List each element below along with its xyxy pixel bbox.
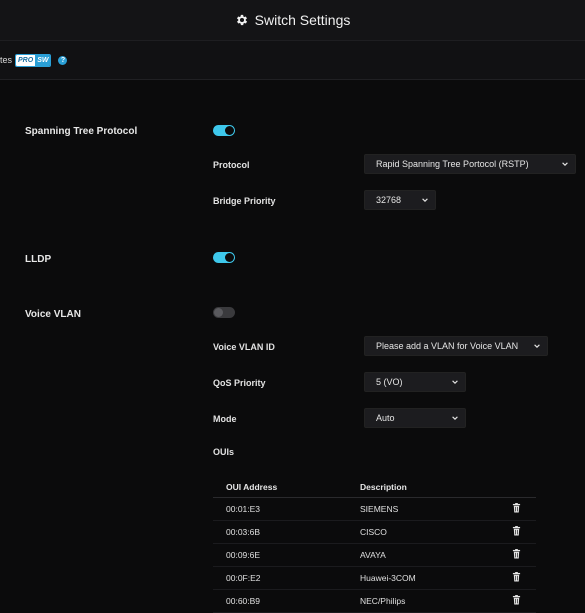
stp-label: Spanning Tree Protocol	[25, 126, 138, 137]
gear-icon	[236, 14, 247, 26]
chevron-down-icon	[422, 198, 428, 202]
toggle-knob	[214, 308, 223, 317]
breadcrumb-bar: tes PRO SW ?	[0, 41, 585, 80]
trash-icon[interactable]	[512, 572, 521, 582]
oui-table: OUI Address Description 00:01:E3 SIEMENS…	[213, 477, 536, 613]
trash-icon[interactable]	[512, 526, 521, 536]
oui-description-cell: NEC/Philips	[359, 589, 511, 613]
trash-icon[interactable]	[512, 549, 521, 559]
protocol-select-value: Rapid Spanning Tree Portocol (RSTP)	[376, 159, 529, 169]
lldp-label: LLDP	[25, 254, 52, 265]
table-row: 00:0F:E2 Huawei-3COM	[213, 566, 536, 590]
trash-icon[interactable]	[512, 503, 521, 513]
bridge-priority-select[interactable]: 32768	[364, 190, 436, 210]
trash-icon[interactable]	[512, 595, 521, 605]
stp-toggle[interactable]	[213, 125, 235, 136]
voice-vlan-label: Voice VLAN	[25, 309, 81, 320]
oui-address-cell: 00:01:E3	[213, 497, 359, 521]
chevron-down-icon	[452, 416, 458, 420]
protocol-select[interactable]: Rapid Spanning Tree Portocol (RSTP)	[364, 154, 576, 174]
oui-table-header: OUI Address Description	[213, 477, 536, 498]
voice-vlan-id-label: Voice VLAN ID	[213, 342, 275, 352]
oui-address-cell: 00:0F:E2	[213, 566, 359, 590]
protocol-label: Protocol	[213, 160, 250, 170]
lldp-toggle[interactable]	[213, 252, 235, 263]
help-icon[interactable]: ?	[58, 55, 68, 65]
window-header: Switch Settings	[0, 0, 585, 41]
oui-description-cell: AVAYA	[359, 543, 511, 567]
mode-value: Auto	[376, 413, 395, 423]
bridge-priority-value: 32768	[376, 195, 402, 205]
column-header-oui-address: OUI Address	[213, 477, 359, 498]
voice-vlan-id-select[interactable]: Please add a VLAN for Voice VLAN	[364, 336, 548, 356]
badge-sw: SW	[35, 54, 51, 66]
chevron-down-icon	[452, 380, 458, 384]
voice-vlan-id-value: Please add a VLAN for Voice VLAN	[376, 341, 519, 351]
column-header-description: Description	[359, 477, 511, 498]
mode-label: Mode	[213, 414, 237, 424]
breadcrumb: tes	[0, 55, 13, 65]
column-header-actions	[511, 477, 536, 498]
voice-vlan-toggle[interactable]	[213, 307, 235, 318]
oui-address-cell: 00:60:B9	[213, 589, 359, 613]
pro-sw-badge: PRO SW	[15, 53, 52, 67]
table-row: 00:03:6B CISCO	[213, 520, 536, 544]
oui-address-cell: 00:09:6E	[213, 543, 359, 567]
chevron-down-icon	[562, 162, 568, 166]
qos-priority-value: 5 (VO)	[376, 377, 403, 387]
chevron-down-icon	[534, 344, 540, 348]
qos-priority-select[interactable]: 5 (VO)	[364, 372, 466, 392]
mode-select[interactable]: Auto	[364, 408, 466, 428]
bridge-priority-label: Bridge Priority	[213, 196, 276, 206]
table-row: 00:60:B9 NEC/Philips	[213, 589, 536, 613]
toggle-knob	[225, 126, 234, 135]
qos-priority-label: QoS Priority	[213, 378, 266, 388]
table-row: 00:01:E3 SIEMENS	[213, 497, 536, 521]
ouis-label: OUIs	[213, 447, 235, 457]
oui-description-cell: SIEMENS	[359, 497, 511, 521]
toggle-knob	[225, 253, 234, 262]
badge-pro: PRO	[16, 54, 36, 66]
table-row: 00:09:6E AVAYA	[213, 543, 536, 567]
oui-description-cell: CISCO	[359, 520, 511, 544]
page-title: Switch Settings	[254, 12, 351, 28]
oui-description-cell: Huawei-3COM	[359, 566, 511, 590]
oui-address-cell: 00:03:6B	[213, 520, 359, 544]
